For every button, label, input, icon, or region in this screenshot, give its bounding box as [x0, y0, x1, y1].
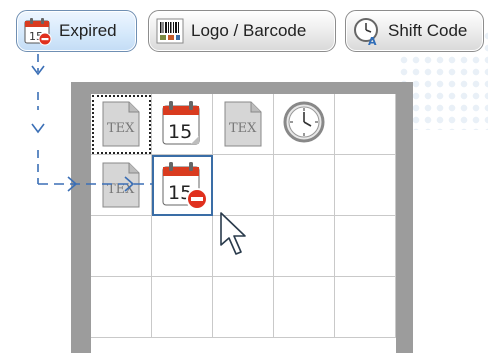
mouse-cursor-icon	[220, 212, 246, 255]
drag-path-arrow	[31, 54, 152, 192]
drag-path-overlay	[31, 54, 246, 255]
